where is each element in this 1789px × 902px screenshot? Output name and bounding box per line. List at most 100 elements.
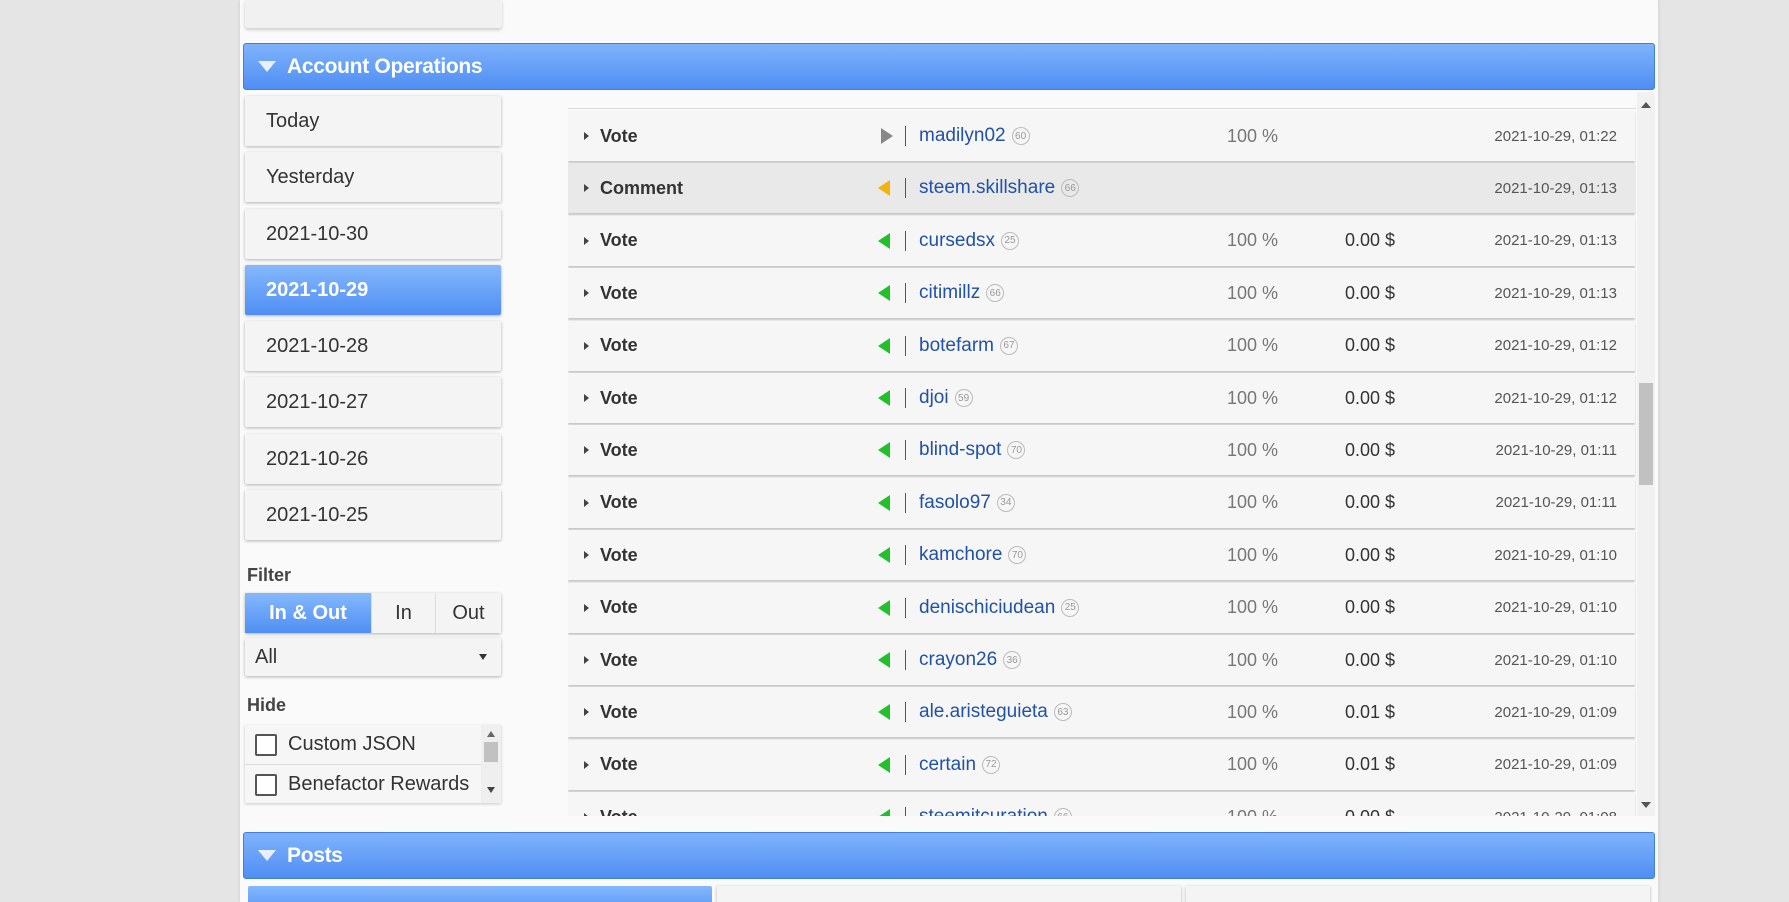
operation-row[interactable]: Vote blind-spot 70 100 % 0.00 $ 2021-10-29, 0… [568, 425, 1635, 476]
operations-scrollbar[interactable] [1637, 92, 1655, 816]
reputation-badge: 66 [986, 284, 1005, 303]
caret-right-icon[interactable] [584, 813, 589, 816]
account-name[interactable]: blind-spot [919, 439, 1001, 461]
account-name[interactable]: crayon26 [919, 649, 997, 671]
vote-value: 0.00 $ [1345, 230, 1396, 251]
checkbox[interactable] [255, 733, 277, 756]
account-name[interactable]: madilyn02 [919, 125, 1006, 147]
arrow-right-gray-icon [881, 128, 893, 144]
filter-in-button[interactable]: In [372, 593, 436, 633]
caret-right-icon[interactable] [584, 551, 589, 560]
posts-tab[interactable] [1186, 886, 1650, 902]
posts-tab[interactable] [717, 886, 1181, 902]
scroll-thumb[interactable] [484, 742, 498, 762]
date-button-2021-10-26[interactable]: 2021-10-26 [245, 434, 501, 484]
date-button-yesterday[interactable]: Yesterday [245, 152, 501, 202]
operation-row[interactable]: Vote cursedsx 25 100 % 0.00 $ 2021-10-29, 01:… [568, 215, 1635, 266]
operation-type: Vote [600, 754, 638, 775]
date-button-today[interactable]: Today [245, 96, 501, 146]
hide-option-custom-json[interactable]: Custom JSON [245, 725, 481, 765]
account-name[interactable]: steemitcuration [919, 806, 1048, 816]
operation-type-select[interactable]: All [245, 638, 501, 676]
vote-value: 0.00 $ [1345, 439, 1396, 460]
account-name[interactable]: ale.aristeguieta [919, 701, 1048, 723]
posts-tab-active[interactable] [248, 886, 712, 902]
operation-row[interactable]: Vote steemitcuration 66 100 % 0.00 $ 2021-10-… [568, 792, 1635, 816]
reputation-badge: 67 [999, 336, 1018, 355]
filter-in-out-button[interactable]: In & Out [245, 593, 372, 633]
account-name[interactable]: djoi [919, 387, 949, 409]
divider [905, 230, 906, 251]
account-link[interactable]: blind-spot 70 [919, 425, 1026, 475]
operation-row[interactable]: Vote denischiciudean 25 100 % 0.00 $ 2021-10-… [568, 582, 1635, 633]
caret-right-icon[interactable] [584, 236, 589, 245]
caret-right-icon[interactable] [584, 603, 589, 612]
caret-right-icon[interactable] [584, 760, 589, 769]
account-name[interactable]: fasolo97 [919, 492, 991, 514]
operation-type: Vote [600, 701, 638, 722]
account-link[interactable]: djoi 59 [919, 373, 973, 423]
operation-row[interactable]: Vote crayon26 36 100 % 0.00 $ 2021-10-29, 01:… [568, 635, 1635, 685]
hide-list-scrollbar[interactable] [481, 725, 501, 803]
operation-type: Comment [600, 177, 684, 198]
operation-row[interactable]: Vote certain 72 100 % 0.01 $ 2021-10-29, 01:0… [568, 739, 1635, 790]
operation-row[interactable]: Vote botefarm 67 100 % 0.00 $ 2021-10-29, 01:… [568, 320, 1635, 371]
operation-row[interactable]: Comment steem.skillshare 66 2021-10-29, 01:… [568, 163, 1635, 214]
date-button-2021-10-30[interactable]: 2021-10-30 [245, 209, 501, 259]
row-partial-top [568, 92, 1636, 109]
scroll-thumb[interactable] [1639, 383, 1653, 485]
account-link[interactable]: steem.skillshare 66 [919, 163, 1080, 213]
checkbox[interactable] [255, 773, 277, 796]
caret-right-icon[interactable] [584, 341, 589, 350]
account-name[interactable]: steem.skillshare [919, 177, 1055, 199]
scroll-down-icon[interactable] [1641, 802, 1651, 808]
account-name[interactable]: citimillz [919, 282, 980, 304]
operation-row[interactable]: Vote madilyn02 60 100 % 2021-10-29, 01:22 [568, 111, 1635, 161]
caret-right-icon[interactable] [584, 708, 589, 717]
operation-row[interactable]: Vote fasolo97 34 100 % 0.00 $ 2021-10-29, 01:… [568, 477, 1635, 528]
caret-right-icon[interactable] [584, 498, 589, 507]
scroll-up-icon[interactable] [1641, 102, 1651, 108]
date-button-2021-10-27[interactable]: 2021-10-27 [245, 377, 501, 427]
caret-right-icon[interactable] [584, 289, 589, 298]
scroll-up-icon[interactable] [487, 731, 495, 737]
vote-value: 0.00 $ [1345, 492, 1396, 513]
account-link[interactable]: cursedsx 25 [919, 216, 1020, 266]
divider [905, 178, 906, 199]
account-name[interactable]: botefarm [919, 335, 994, 357]
posts-header[interactable]: Posts [243, 832, 1655, 879]
date-button-2021-10-29[interactable]: 2021-10-29 [245, 265, 501, 315]
account-name[interactable]: kamchore [919, 544, 1002, 566]
operation-row[interactable]: Vote citimillz 66 100 % 0.00 $ 2021-10-29, 01… [568, 268, 1635, 319]
scroll-down-icon[interactable] [487, 787, 495, 793]
date-button-2021-10-28[interactable]: 2021-10-28 [245, 321, 501, 371]
account-operations-header[interactable]: Account Operations [243, 43, 1655, 90]
hide-option-benefactor-rewards[interactable]: Benefactor Rewards [245, 765, 481, 803]
account-link[interactable]: ale.aristeguieta 63 [919, 687, 1072, 737]
account-link[interactable]: botefarm 67 [919, 321, 1018, 371]
filter-out-button[interactable]: Out [436, 593, 501, 633]
account-link[interactable]: certain 72 [919, 740, 1001, 790]
timestamp: 2021-10-29, 01:08 [1494, 792, 1617, 816]
account-link[interactable]: madilyn02 60 [919, 111, 1030, 161]
date-button-2021-10-25[interactable]: 2021-10-25 [245, 490, 501, 540]
caret-right-icon[interactable] [584, 446, 589, 455]
account-link[interactable]: denischiciudean 25 [919, 583, 1080, 633]
operation-row[interactable]: Vote ale.aristeguieta 63 100 % 0.01 $ 2021-10… [568, 687, 1635, 738]
caret-right-icon[interactable] [584, 132, 589, 140]
operation-row[interactable]: Vote djoi 59 100 % 0.00 $ 2021-10-29, 01:12 [568, 373, 1635, 423]
operation-row[interactable]: Vote kamchore 70 100 % 0.00 $ 2021-10-29, 01:… [568, 530, 1635, 581]
account-link[interactable]: crayon26 36 [919, 635, 1022, 685]
account-name[interactable]: cursedsx [919, 230, 995, 252]
caret-right-icon[interactable] [584, 656, 589, 664]
arrow-left-green-icon [878, 337, 890, 354]
account-link[interactable]: steemitcuration 66 [919, 792, 1072, 816]
account-link[interactable]: fasolo97 34 [919, 478, 1015, 528]
caret-right-icon[interactable] [584, 394, 589, 402]
vote-value: 0.00 $ [1345, 597, 1396, 618]
account-link[interactable]: kamchore 70 [919, 530, 1027, 580]
account-name[interactable]: certain [919, 754, 976, 776]
account-name[interactable]: denischiciudean [919, 597, 1055, 619]
caret-right-icon[interactable] [584, 184, 589, 193]
account-link[interactable]: citimillz 66 [919, 268, 1005, 318]
